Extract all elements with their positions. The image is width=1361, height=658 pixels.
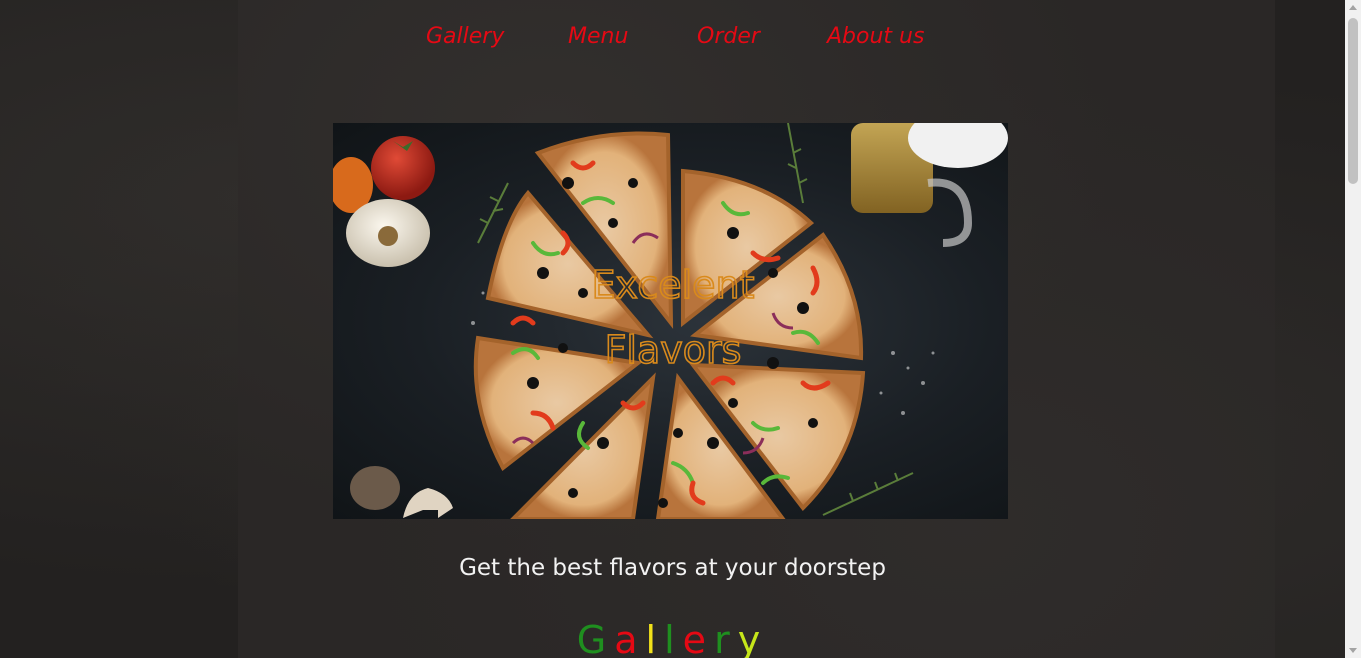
gallery-heading-letter: G	[576, 618, 615, 658]
hero-image: Excelent Flavors	[333, 123, 1008, 519]
nav-order-link[interactable]: Order	[697, 24, 760, 49]
gallery-heading-letter: l	[645, 618, 665, 658]
scroll-up-arrow-icon[interactable]	[1345, 0, 1361, 16]
gallery-heading-letter: r	[714, 618, 738, 658]
gallery-heading-letter: a	[614, 618, 646, 658]
nav-menu-link[interactable]: Menu	[568, 24, 628, 49]
scroll-down-arrow-icon[interactable]	[1345, 642, 1361, 658]
vertical-scrollbar[interactable]	[1345, 0, 1361, 658]
pizza	[473, 131, 866, 519]
gallery-heading-letter: y	[737, 618, 769, 658]
garlic	[346, 199, 430, 267]
gallery-heading-letter: e	[682, 618, 715, 658]
tomato	[371, 136, 435, 200]
nav-gallery-link[interactable]: Gallery	[426, 24, 504, 49]
gallery-heading: Gallery	[0, 618, 1345, 658]
gallery-heading-letter: l	[664, 618, 683, 658]
hero-overlay-line2: Flavors	[605, 328, 742, 372]
page: Gallery Menu Order About us Excelent Fla…	[0, 0, 1361, 658]
hero-overlay-line1: Excelent	[591, 263, 754, 307]
beer-mug	[851, 123, 1008, 247]
scrollbar-thumb[interactable]	[1348, 18, 1358, 184]
tagline: Get the best flavors at your doorstep	[459, 555, 886, 581]
nav-about-us-link[interactable]: About us	[827, 24, 924, 49]
